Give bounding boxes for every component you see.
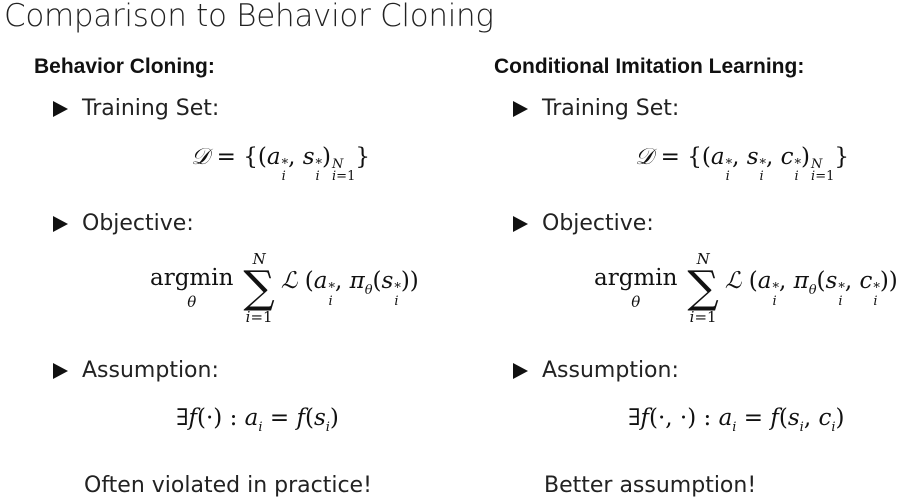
bullet-training-set: Training Set: — [513, 96, 679, 121]
objective-formula: argmin θ N ∑ i=1 ℒ (a * i, πθ(s * i, c * i)) — [594, 250, 898, 326]
bullet-objective: Objective: — [513, 211, 654, 236]
bullet-label: Training Set: — [82, 96, 220, 121]
bullet-training-set: Training Set: — [53, 96, 219, 121]
assumption-note: Often violated in practice! — [84, 473, 372, 498]
triangle-bullet-icon — [53, 100, 68, 117]
triangle-bullet-icon — [53, 362, 68, 379]
triangle-bullet-icon — [513, 362, 528, 379]
triangle-bullet-icon — [53, 215, 68, 232]
triangle-bullet-icon — [513, 100, 528, 117]
bullet-label: Assumption: — [82, 358, 219, 383]
bullet-label: Training Set: — [542, 96, 680, 121]
column-heading: Conditional Imitation Learning: — [494, 55, 805, 78]
training-set-formula: 𝒟 = {(a * i, s * i, c * i) Ni=1} — [635, 144, 849, 185]
bullet-label: Objective: — [82, 211, 194, 236]
training-set-formula: 𝒟 = {(a * i, s * i) Ni=1} — [191, 144, 370, 185]
assumption-note: Better assumption! — [544, 473, 757, 498]
assumption-formula: ∃f(·) : ai = f(si) — [176, 405, 339, 435]
triangle-bullet-icon — [513, 215, 528, 232]
bullet-label: Assumption: — [542, 358, 679, 383]
bullet-assumption: Assumption: — [513, 358, 679, 383]
behavior-cloning-column: Behavior Cloning: Training Set: 𝒟 = {(a *… — [0, 0, 450, 499]
objective-formula: argmin θ N ∑ i=1 ℒ (a * i, πθ(s * i)) — [150, 250, 419, 326]
conditional-imitation-column: Conditional Imitation Learning: Training… — [460, 0, 907, 499]
assumption-formula: ∃f(·, ·) : ai = f(si, ci) — [628, 405, 845, 435]
column-heading: Behavior Cloning: — [34, 55, 215, 78]
bullet-label: Objective: — [542, 211, 654, 236]
bullet-objective: Objective: — [53, 211, 194, 236]
bullet-assumption: Assumption: — [53, 358, 219, 383]
